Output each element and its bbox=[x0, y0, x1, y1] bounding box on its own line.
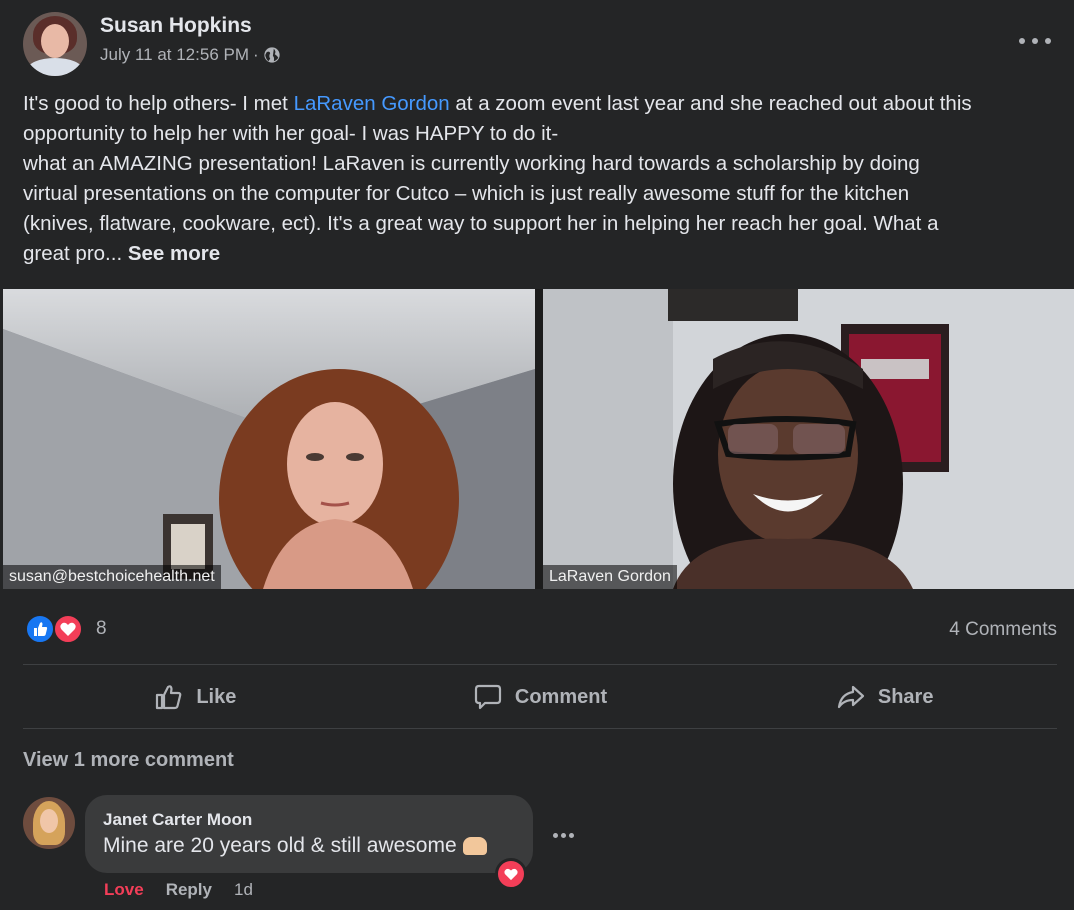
like-label: Like bbox=[196, 685, 237, 708]
video-tile-left[interactable]: susan@bestchoicehealth.net bbox=[3, 289, 535, 589]
video-left-image bbox=[3, 289, 535, 589]
commenter-avatar[interactable] bbox=[23, 797, 75, 849]
reaction-count[interactable]: 8 bbox=[96, 618, 107, 640]
love-icon[interactable] bbox=[53, 614, 83, 644]
divider bbox=[23, 664, 1057, 665]
share-button[interactable]: Share bbox=[712, 666, 1057, 728]
video-name-tag: susan@bestchoicehealth.net bbox=[3, 565, 221, 589]
comment-label: Comment bbox=[514, 685, 608, 708]
divider bbox=[23, 728, 1057, 729]
commenter-name[interactable]: Janet Carter Moon bbox=[103, 810, 252, 830]
video-tile-right[interactable]: LaRaven Gordon bbox=[543, 289, 1074, 589]
comment-button[interactable]: Comment bbox=[368, 666, 713, 728]
meta-separator: · bbox=[253, 45, 259, 64]
love-icon[interactable] bbox=[495, 858, 527, 890]
comment-count-link[interactable]: 4 Comments bbox=[949, 619, 1057, 641]
post-options-button[interactable] bbox=[1017, 30, 1053, 50]
reply-link[interactable]: Reply bbox=[166, 880, 212, 900]
comment-options-button[interactable] bbox=[551, 831, 579, 841]
post-actions: Like Comment Share bbox=[23, 666, 1057, 728]
author-avatar[interactable] bbox=[23, 12, 87, 76]
like-icon[interactable] bbox=[25, 614, 55, 644]
share-icon bbox=[837, 685, 864, 709]
comment-icon bbox=[474, 684, 501, 710]
post-text: It's good to help others- I met LaRaven … bbox=[23, 92, 972, 265]
love-reaction-link[interactable]: Love bbox=[104, 880, 144, 900]
video-right-image bbox=[543, 289, 1074, 589]
comment-text: Mine are 20 years old & still awesome bbox=[103, 834, 487, 858]
reaction-stats: 8 4 Comments bbox=[23, 612, 1057, 648]
see-more-link[interactable]: See more bbox=[128, 242, 220, 265]
comment-bubble: Janet Carter Moon Mine are 20 years old … bbox=[85, 795, 533, 873]
comment-item: Janet Carter Moon Mine are 20 years old … bbox=[23, 795, 1057, 910]
post-timestamp[interactable]: July 11 at 12:56 PM bbox=[100, 45, 249, 65]
raising-hands-emoji-icon bbox=[462, 837, 487, 856]
globe-icon[interactable] bbox=[263, 46, 281, 64]
share-label: Share bbox=[877, 685, 934, 708]
mention-link[interactable]: LaRaven Gordon bbox=[294, 92, 450, 115]
view-more-comments-link[interactable]: View 1 more comment bbox=[23, 749, 234, 772]
comment-actions: Love Reply 1d bbox=[104, 880, 253, 900]
thumbs-up-icon bbox=[156, 685, 182, 710]
video-divider bbox=[535, 289, 543, 589]
comment-time[interactable]: 1d bbox=[234, 880, 253, 900]
post-header: Susan Hopkins July 11 at 12:56 PM · bbox=[23, 12, 1063, 76]
video-name-tag: LaRaven Gordon bbox=[543, 565, 677, 589]
author-name[interactable]: Susan Hopkins bbox=[100, 14, 252, 38]
like-button[interactable]: Like bbox=[23, 666, 368, 728]
post-meta: July 11 at 12:56 PM · bbox=[100, 45, 281, 65]
